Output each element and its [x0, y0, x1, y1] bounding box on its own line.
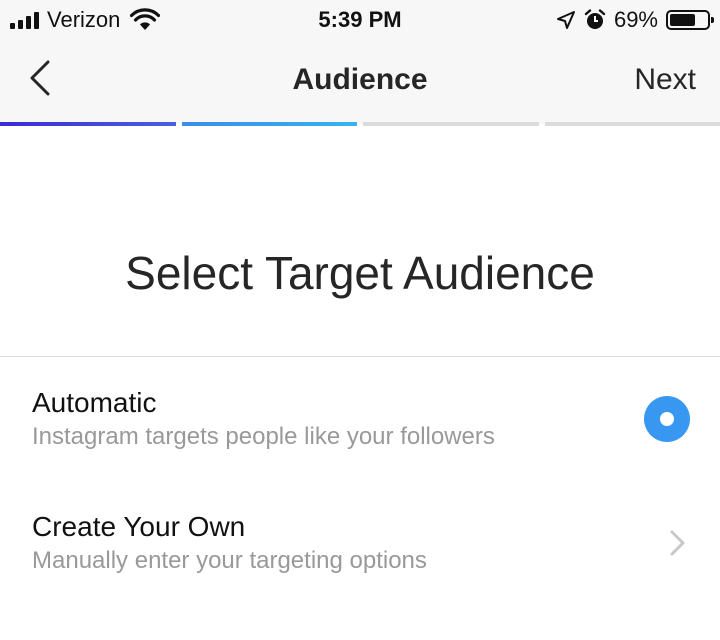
status-bar: Verizon 5:39 PM 69%	[0, 0, 720, 40]
section-heading: Select Target Audience	[125, 246, 595, 299]
progress-step-3	[363, 122, 539, 126]
battery-percent: 69%	[613, 7, 658, 32]
option-title: Automatic	[32, 387, 157, 418]
option-subtitle: Instagram targets people like your follo…	[32, 423, 495, 450]
step-progress	[0, 122, 720, 128]
battery-tip	[711, 17, 714, 23]
progress-step-4	[544, 122, 720, 126]
option-automatic[interactable]: Automatic Instagram targets people like …	[0, 380, 720, 480]
status-right: 69%	[556, 6, 714, 34]
chevron-left-icon	[30, 60, 50, 96]
progress-step-1	[0, 122, 176, 126]
option-subtitle: Manually enter your targeting options	[32, 547, 427, 574]
battery-icon	[666, 10, 714, 30]
radio-selected[interactable]	[644, 396, 690, 442]
back-button[interactable]	[20, 56, 60, 100]
option-title: Create Your Own	[32, 511, 246, 542]
nav-bar: Audience Next	[0, 40, 720, 124]
divider	[0, 356, 720, 357]
next-button[interactable]: Next	[634, 62, 696, 98]
chevron-right-icon	[670, 530, 685, 556]
location-icon	[556, 11, 575, 29]
page-title: Audience	[292, 63, 428, 96]
battery-fill	[670, 14, 695, 26]
progress-step-2	[181, 122, 357, 126]
radio-dot	[660, 412, 674, 426]
alarm-icon	[584, 9, 606, 29]
option-create-your-own[interactable]: Create Your Own Manually enter your targ…	[0, 504, 720, 604]
